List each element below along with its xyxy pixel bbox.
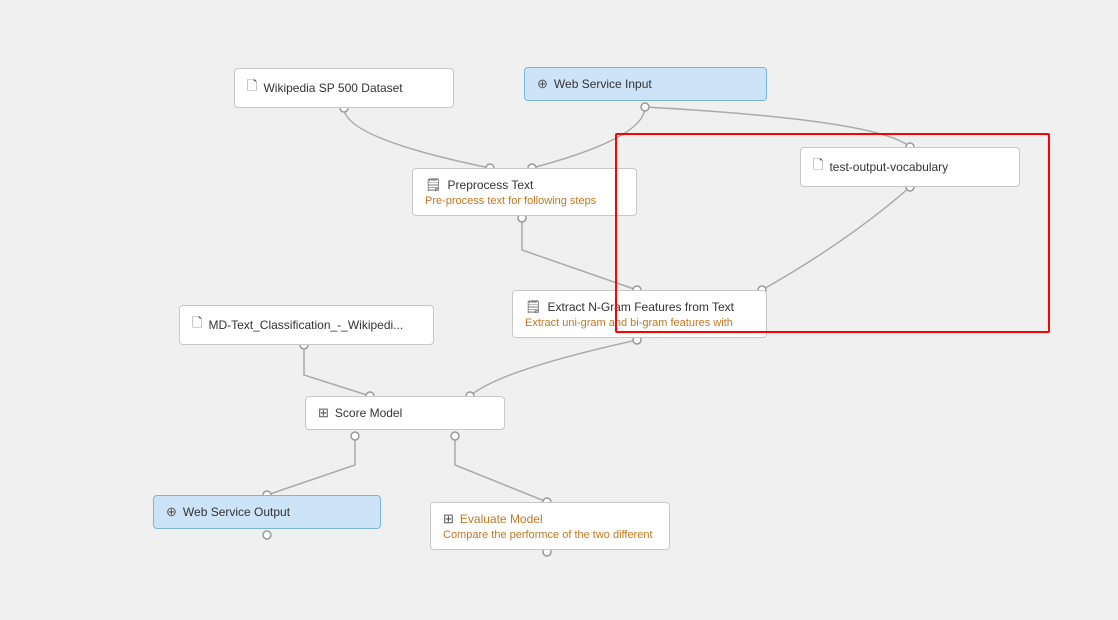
test-output-vocabulary-node[interactable]: 🗋 test-output-vocabulary: [800, 147, 1020, 187]
web-service-output-title: ⊕ Web Service Output: [166, 504, 290, 520]
preprocess-subtitle: Pre-process text for following steps: [425, 195, 596, 207]
test-output-title: 🗋 test-output-vocabulary: [813, 156, 948, 178]
web-service-input-title: ⊕ Web Service Input: [537, 76, 652, 92]
evaluate-model-title: ⊞ Evaluate Model: [443, 511, 543, 527]
extract-ngram-title: 🗒 Extract N-Gram Features from Text: [525, 299, 734, 315]
preprocess-icon: 🗒: [425, 177, 442, 193]
evaluate-model-node[interactable]: ⊞ Evaluate Model Compare the performce o…: [430, 502, 670, 550]
md-classification-node[interactable]: 🗋 MD-Text_Classification_-_Wikipedi...: [179, 305, 434, 345]
score-model-node[interactable]: ⊞ Score Model: [305, 396, 505, 430]
evaluate-icon: ⊞: [443, 511, 454, 527]
workflow-canvas: 🗋 Wikipedia SP 500 Dataset ⊕ Web Service…: [0, 0, 1118, 620]
evaluate-model-subtitle: Compare the performce of the two differe…: [443, 529, 653, 541]
md-doc-icon: 🗋: [192, 314, 202, 336]
wikipedia-icon: 🗋: [247, 77, 257, 99]
score-model-title: ⊞ Score Model: [318, 405, 402, 421]
wikipedia-node[interactable]: 🗋 Wikipedia SP 500 Dataset: [234, 68, 454, 108]
extract-ngram-subtitle: Extract uni-gram and bi-gram features wi…: [525, 317, 733, 329]
md-classification-title: 🗋 MD-Text_Classification_-_Wikipedi...: [192, 314, 403, 336]
preprocess-title: 🗒 Preprocess Text: [425, 177, 533, 193]
preprocess-text-node[interactable]: 🗒 Preprocess Text Pre-process text for f…: [412, 168, 637, 216]
globe-icon-output: ⊕: [166, 504, 177, 520]
web-service-output-node[interactable]: ⊕ Web Service Output: [153, 495, 381, 529]
extract-ngram-node[interactable]: 🗒 Extract N-Gram Features from Text Extr…: [512, 290, 767, 338]
wikipedia-title: 🗋 Wikipedia SP 500 Dataset: [247, 77, 403, 99]
score-icon: ⊞: [318, 405, 329, 421]
document-icon-vocab: 🗋: [813, 156, 823, 178]
web-service-input-node[interactable]: ⊕ Web Service Input: [524, 67, 767, 101]
ngram-icon: 🗒: [525, 299, 542, 315]
globe-icon-input: ⊕: [537, 76, 548, 92]
